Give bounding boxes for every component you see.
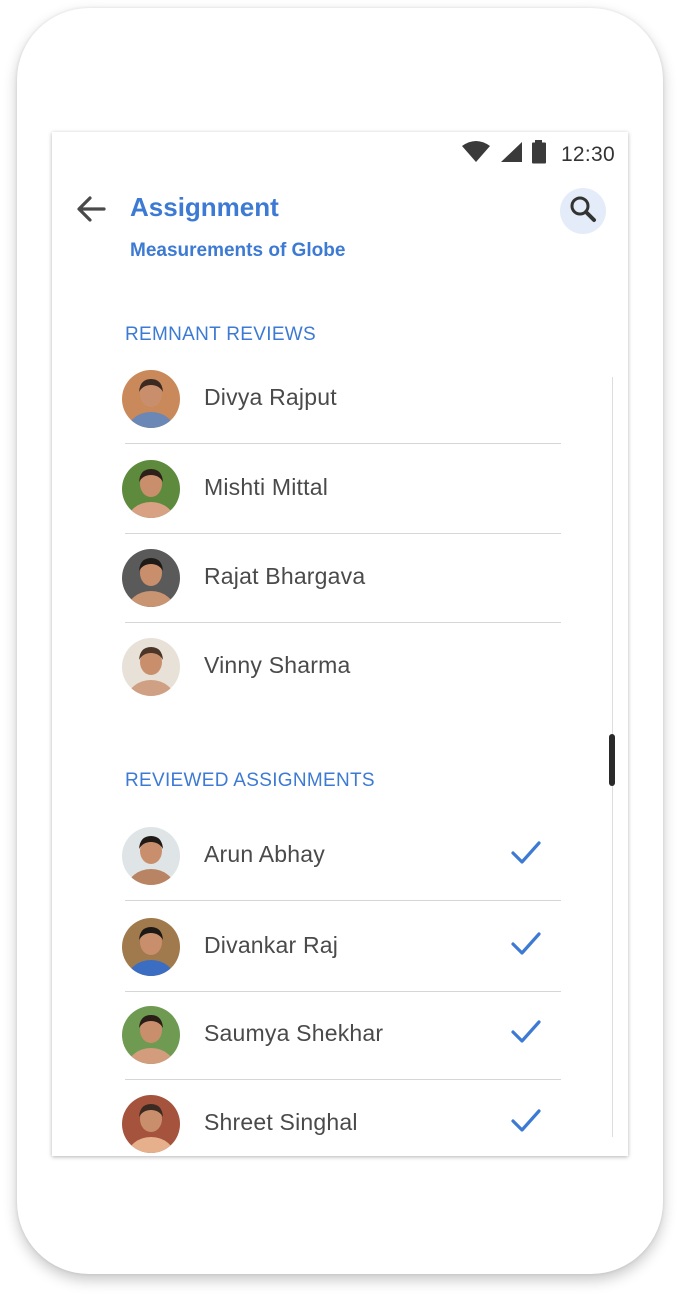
avatar xyxy=(122,460,180,518)
scrollbar-thumb[interactable] xyxy=(609,734,615,786)
list-item[interactable]: Mishti Mittal xyxy=(122,460,562,518)
signal-icon xyxy=(499,141,523,168)
list-item[interactable]: Vinny Sharma xyxy=(122,638,562,696)
checkmark-icon xyxy=(510,1107,542,1135)
arrow-left-icon xyxy=(76,195,106,227)
student-name: Shreet Singhal xyxy=(204,1109,358,1135)
student-name: Arun Abhay xyxy=(204,841,325,867)
student-name: Mishti Mittal xyxy=(204,474,329,500)
page-subtitle: Measurements of Globe xyxy=(130,240,346,261)
app-screen: 12:30 Assignment Measurements of Globe R… xyxy=(52,132,628,1156)
status-bar: 12:30 xyxy=(52,132,628,174)
avatar xyxy=(122,827,180,885)
avatar xyxy=(122,1006,180,1064)
avatar xyxy=(122,549,180,607)
list-item[interactable]: Divankar Raj xyxy=(122,918,562,976)
avatar xyxy=(122,918,180,976)
status-time: 12:30 xyxy=(560,142,615,166)
student-name: Divankar Raj xyxy=(204,932,339,958)
list-item[interactable]: Saumya Shekhar xyxy=(122,1006,562,1064)
checkmark-icon xyxy=(510,839,542,867)
section-header: REMNANT REVIEWS xyxy=(125,324,317,345)
search-button[interactable] xyxy=(560,188,606,234)
list-divider xyxy=(125,991,561,992)
list-item[interactable]: Arun Abhay xyxy=(122,827,562,885)
avatar xyxy=(122,638,180,696)
status-icons: 12:30 xyxy=(461,140,615,169)
list-item[interactable]: Shreet Singhal xyxy=(122,1095,562,1153)
student-name: Divya Rajput xyxy=(204,384,337,410)
list-divider xyxy=(125,443,561,444)
list-divider xyxy=(125,622,561,623)
section-header: REVIEWED ASSIGNMENTS xyxy=(125,770,375,791)
avatar xyxy=(122,1095,180,1153)
student-name: Rajat Bhargava xyxy=(204,563,366,589)
student-name: Saumya Shekhar xyxy=(204,1020,384,1046)
list-divider xyxy=(125,1079,561,1080)
checkmark-icon xyxy=(510,1018,542,1046)
list-item[interactable]: Divya Rajput xyxy=(122,370,562,428)
back-button[interactable] xyxy=(74,194,108,228)
checkmark-icon xyxy=(510,930,542,958)
list-divider xyxy=(125,533,561,534)
list-divider xyxy=(125,900,561,901)
search-icon xyxy=(569,195,597,228)
wifi-icon xyxy=(461,141,491,168)
avatar xyxy=(122,370,180,428)
battery-icon xyxy=(531,140,547,169)
list-item[interactable]: Rajat Bhargava xyxy=(122,549,562,607)
student-name: Vinny Sharma xyxy=(204,652,351,678)
page-title: Assignment xyxy=(130,192,279,222)
